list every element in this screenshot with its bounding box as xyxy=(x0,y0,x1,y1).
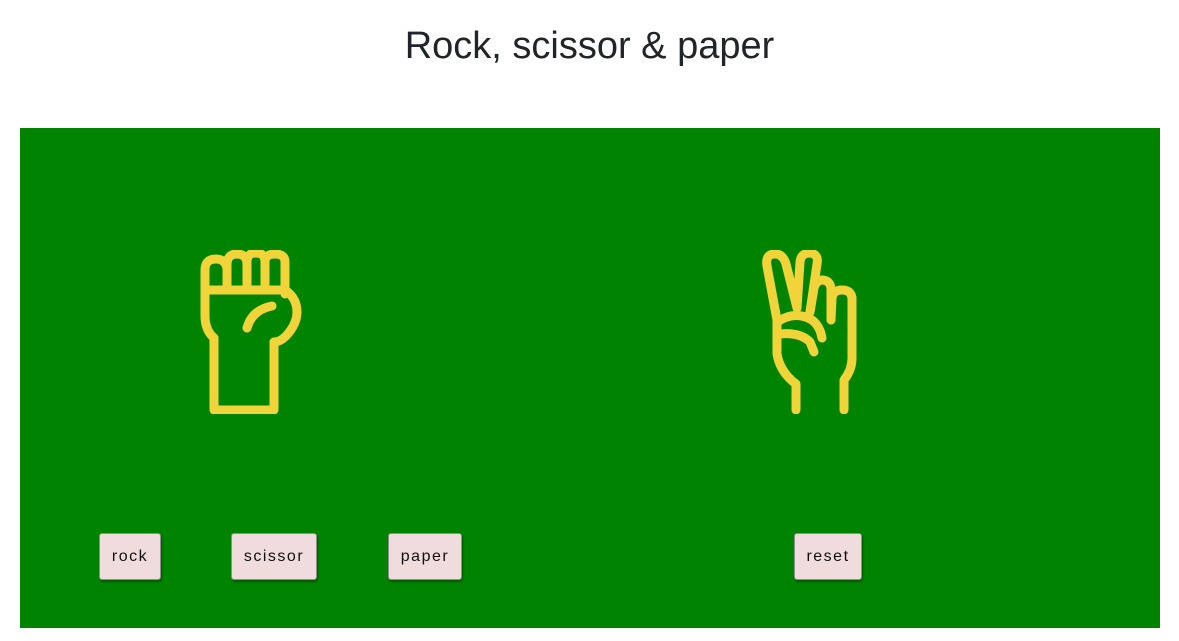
player-hand xyxy=(200,250,340,414)
rock-fist-icon xyxy=(200,250,302,414)
scissor-button[interactable]: scissor xyxy=(231,533,317,580)
reset-button[interactable]: reset xyxy=(794,533,862,580)
paper-button[interactable]: paper xyxy=(388,533,462,580)
scissor-victory-hand-icon xyxy=(762,250,857,414)
game-board: rock scissor paper reset xyxy=(20,128,1160,628)
rock-button[interactable]: rock xyxy=(99,533,161,580)
page-title: Rock, scissor & paper xyxy=(404,25,775,67)
computer-hand xyxy=(760,250,880,414)
